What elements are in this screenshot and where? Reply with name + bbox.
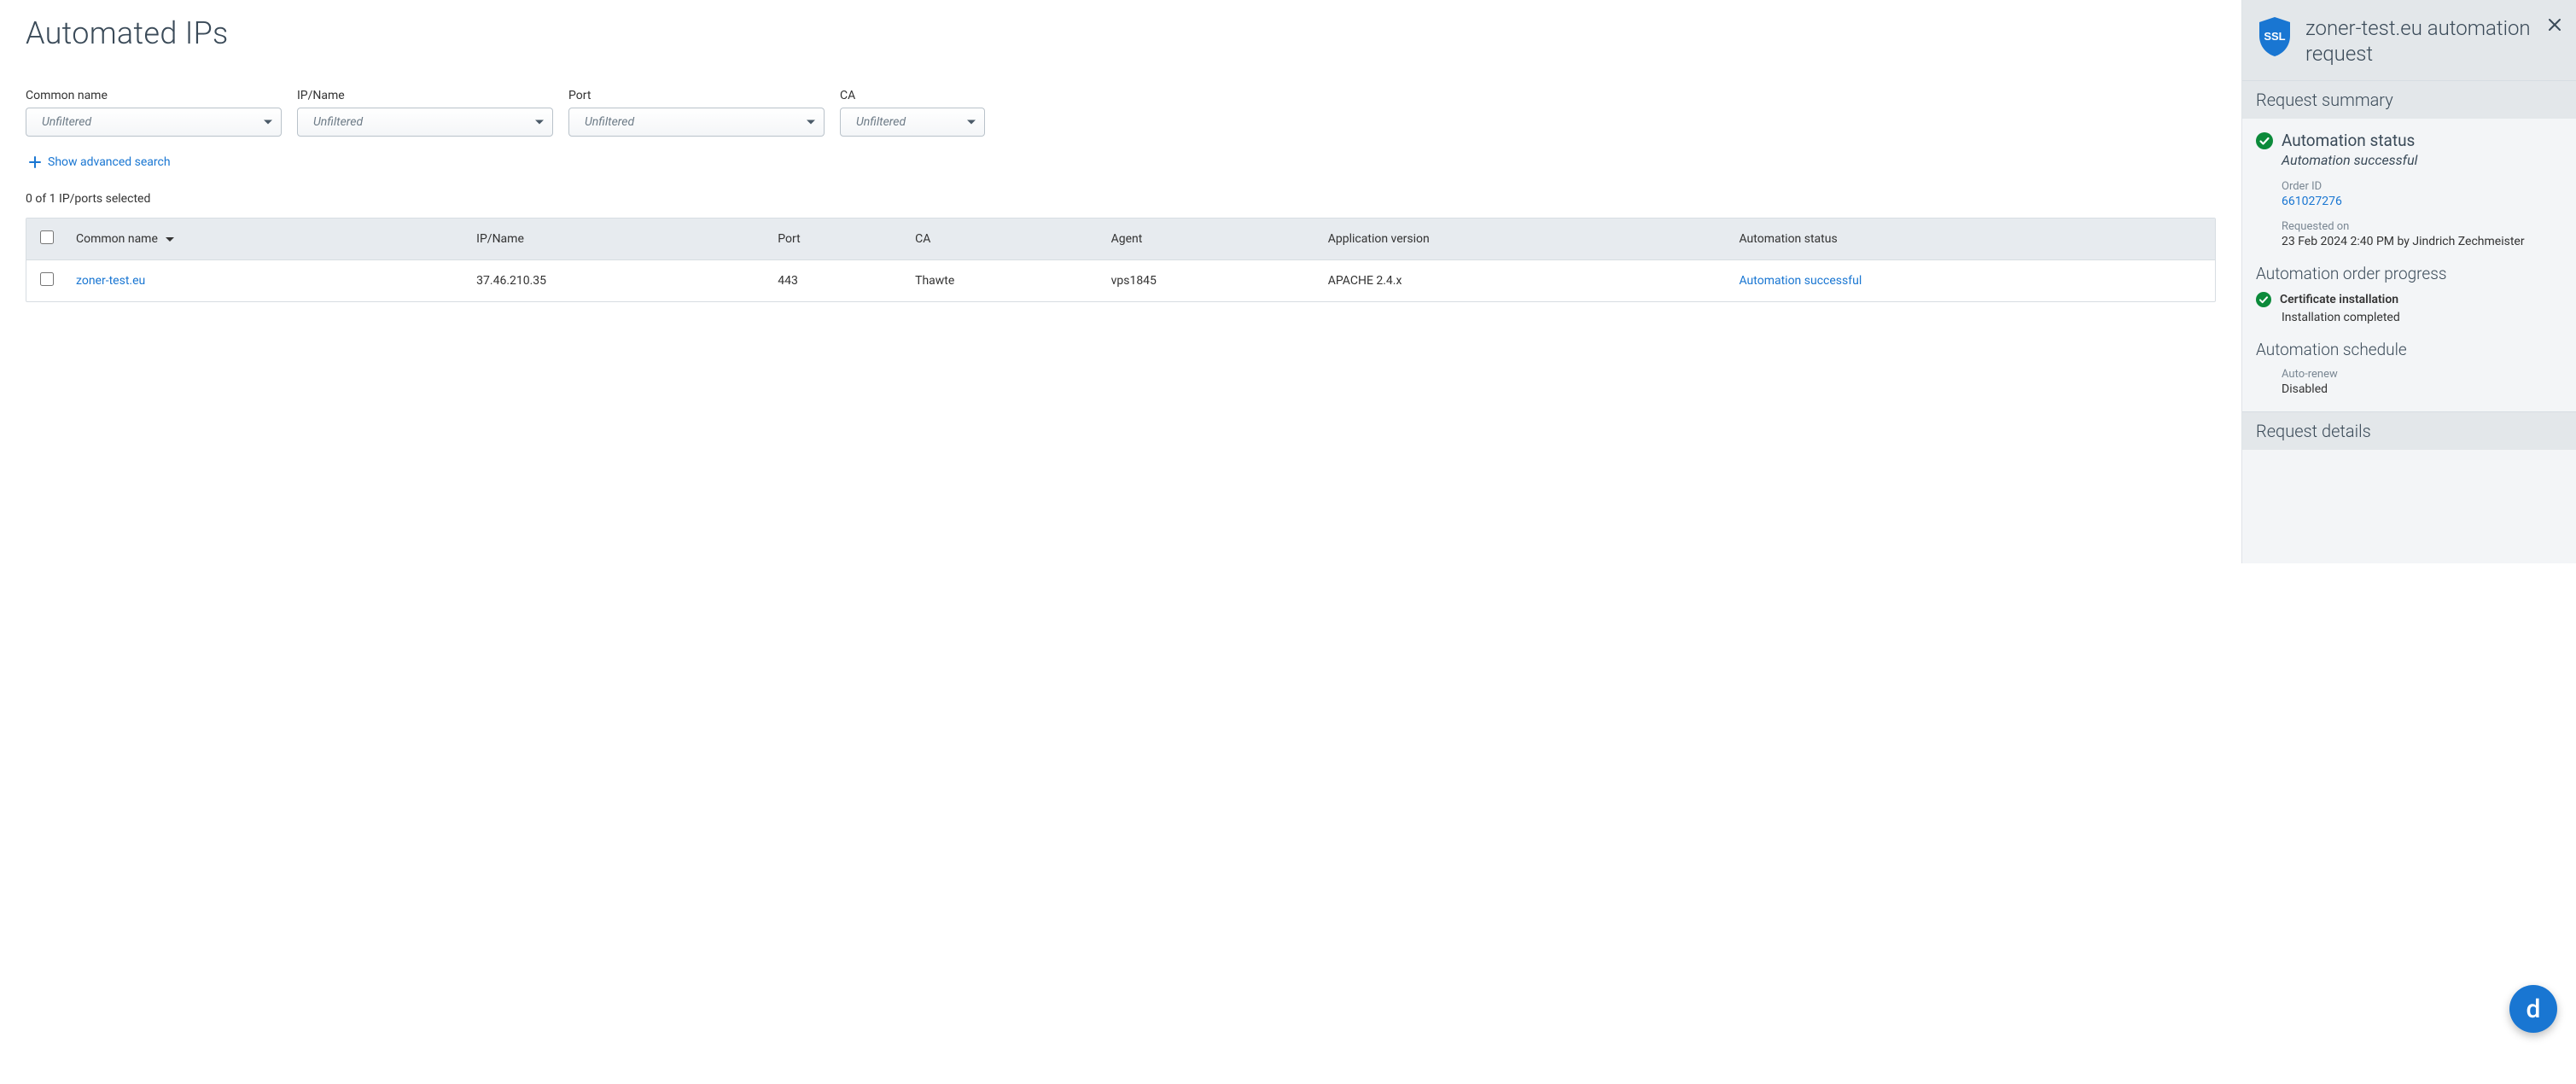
automation-status-label: Automation status (2282, 131, 2415, 150)
requested-on-value: 23 Feb 2024 2:40 PM by Jindrich Zechmeis… (2282, 235, 2562, 248)
success-check-icon (2256, 132, 2273, 149)
header-agent[interactable]: Agent (1103, 219, 1320, 260)
common-name-link[interactable]: zoner-test.eu (76, 274, 145, 288)
header-app-version[interactable]: Application version (1320, 219, 1731, 260)
svg-text:SSL: SSL (2264, 30, 2285, 43)
filter-label-ip-name: IP/Name (297, 89, 553, 102)
automation-status-value: Automation successful (2282, 152, 2562, 168)
panel-title: zoner-test.eu automation request (2305, 15, 2561, 67)
filter-placeholder: Unfiltered (313, 115, 363, 129)
cert-install-status: Installation completed (2282, 311, 2562, 324)
row-checkbox[interactable] (40, 272, 54, 286)
order-progress-heading: Automation order progress (2256, 264, 2562, 283)
page-title: Automated IPs (26, 15, 2216, 51)
cell-common-name: zoner-test.eu (67, 260, 468, 302)
filter-ca: CA Unfiltered (840, 89, 985, 137)
filter-common-name: Common name Unfiltered (26, 89, 282, 137)
selection-count: 0 of 1 IP/ports selected (26, 192, 2216, 206)
chevron-down-icon (264, 120, 272, 125)
filter-port: Port Unfiltered (568, 89, 825, 137)
header-common-name-label: Common name (76, 232, 158, 246)
table-header-row: Common name IP/Name Port CA Agent Applic… (26, 219, 2215, 260)
sort-desc-icon (166, 237, 174, 242)
help-fab-button[interactable]: d (2509, 985, 2557, 1033)
order-id-link[interactable]: 661027276 (2282, 195, 2562, 208)
ip-table: Common name IP/Name Port CA Agent Applic… (26, 218, 2216, 302)
cell-app-version: APACHE 2.4.x (1320, 260, 1731, 302)
select-all-checkbox[interactable] (40, 230, 54, 244)
schedule-heading: Automation schedule (2256, 340, 2562, 359)
chevron-down-icon (807, 120, 815, 125)
fab-letter: d (2526, 994, 2541, 1024)
panel-header: SSL zoner-test.eu automation request (2242, 0, 2576, 80)
row-checkbox-cell (26, 260, 67, 302)
header-checkbox-cell (26, 219, 67, 260)
request-summary-heading: Request summary (2242, 80, 2576, 119)
auto-renew-label: Auto-renew (2282, 368, 2562, 381)
chevron-down-icon (967, 120, 976, 125)
details-panel: SSL zoner-test.eu automation request Req… (2241, 0, 2576, 563)
cell-port: 443 (769, 260, 906, 302)
requested-on-label: Requested on (2282, 220, 2562, 233)
auto-renew-value: Disabled (2282, 382, 2562, 396)
header-automation-status[interactable]: Automation status (1730, 219, 2215, 260)
show-advanced-search-link[interactable]: Show advanced search (26, 155, 171, 169)
cert-install-label: Certificate installation (2280, 293, 2398, 306)
request-details-heading: Request details (2242, 411, 2576, 450)
chevron-down-icon (535, 120, 544, 125)
cell-ip-name: 37.46.210.35 (468, 260, 769, 302)
filter-label-common-name: Common name (26, 89, 282, 102)
success-check-icon (2256, 292, 2271, 307)
filter-ip-name: IP/Name Unfiltered (297, 89, 553, 137)
cell-ca: Thawte (906, 260, 1102, 302)
filter-placeholder: Unfiltered (856, 115, 906, 129)
filter-label-port: Port (568, 89, 825, 102)
filter-row: Common name Unfiltered IP/Name Unfiltere… (26, 89, 2216, 137)
table-row[interactable]: zoner-test.eu 37.46.210.35 443 Thawte vp… (26, 260, 2215, 302)
filter-select-ip-name[interactable]: Unfiltered (297, 108, 553, 137)
filter-select-port[interactable]: Unfiltered (568, 108, 825, 137)
plus-icon (29, 156, 41, 168)
cell-automation-status: Automation successful (1730, 260, 2215, 302)
header-ca[interactable]: CA (906, 219, 1102, 260)
request-summary-body: Automation status Automation successful … (2242, 119, 2576, 411)
header-ip-name[interactable]: IP/Name (468, 219, 769, 260)
ssl-shield-icon: SSL (2256, 15, 2293, 58)
filter-placeholder: Unfiltered (42, 115, 91, 129)
filter-label-ca: CA (840, 89, 985, 102)
automation-status-link[interactable]: Automation successful (1739, 274, 1862, 288)
header-common-name[interactable]: Common name (67, 219, 468, 260)
header-port[interactable]: Port (769, 219, 906, 260)
close-icon[interactable] (2547, 17, 2562, 36)
filter-select-ca[interactable]: Unfiltered (840, 108, 985, 137)
order-id-label: Order ID (2282, 180, 2562, 193)
cell-agent: vps1845 (1103, 260, 1320, 302)
filter-placeholder: Unfiltered (585, 115, 634, 129)
advanced-search-label: Show advanced search (48, 155, 171, 169)
filter-select-common-name[interactable]: Unfiltered (26, 108, 282, 137)
